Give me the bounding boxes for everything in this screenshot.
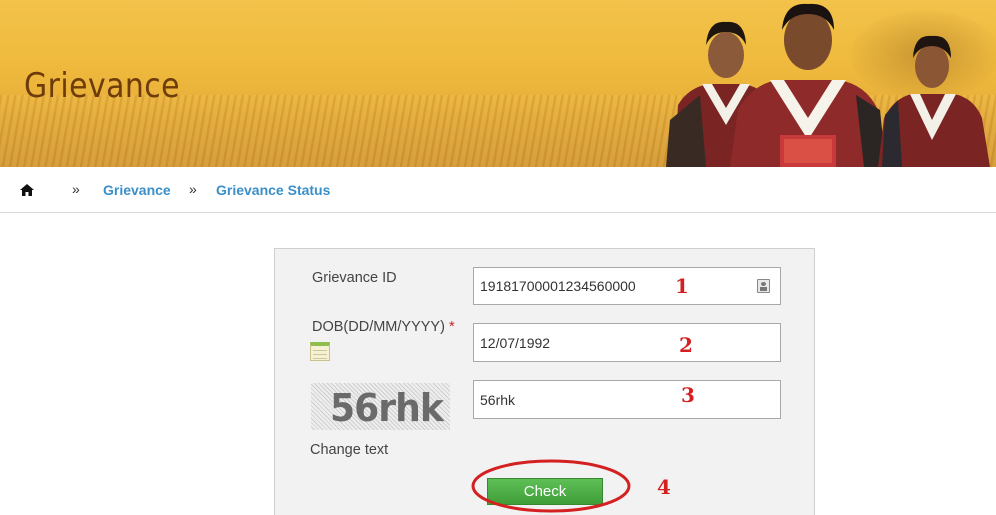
id-card-icon: [757, 279, 770, 293]
students-illustration: [666, 3, 990, 167]
breadcrumb-grievance-status-link[interactable]: Grievance Status: [216, 182, 330, 198]
annotation-number-1: 1: [675, 274, 689, 298]
home-icon[interactable]: [20, 184, 34, 196]
highlight-ellipse: [471, 459, 631, 513]
annotation-number-2: 2: [679, 333, 693, 357]
grievance-id-label: Grievance ID: [312, 270, 397, 286]
captcha-input[interactable]: [473, 380, 781, 419]
change-captcha-link[interactable]: Change text: [310, 442, 388, 458]
breadcrumb-separator: »: [72, 181, 80, 197]
breadcrumb-separator: »: [189, 181, 197, 197]
grievance-id-input[interactable]: [473, 267, 781, 305]
breadcrumb-grievance-link[interactable]: Grievance: [103, 182, 171, 198]
page-banner: Grievance: [0, 0, 996, 167]
captcha-image: 56rhk: [311, 383, 450, 430]
required-asterisk: *: [448, 319, 455, 335]
annotation-number-3: 3: [681, 383, 695, 407]
annotation-number-4: 4: [657, 475, 671, 499]
captcha-text: 56rhk: [329, 386, 444, 430]
page-title: Grievance: [24, 66, 181, 106]
dob-input[interactable]: [473, 323, 781, 362]
calendar-icon[interactable]: [310, 342, 330, 361]
dob-label: DOB(DD/MM/YYYY) *: [312, 319, 455, 335]
breadcrumb: » Grievance » Grievance Status: [0, 167, 996, 213]
